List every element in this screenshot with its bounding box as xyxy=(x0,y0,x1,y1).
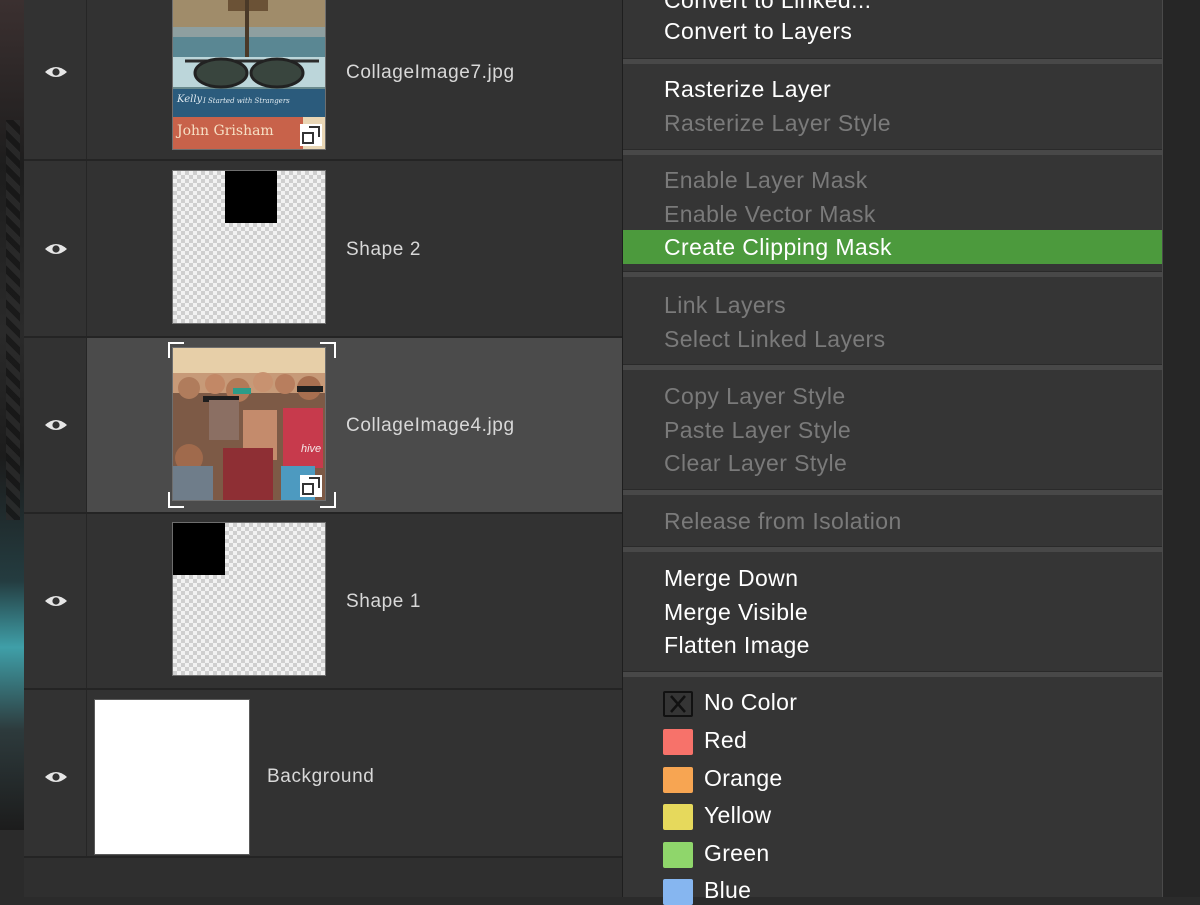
menu-item-copy-layer-style[interactable]: Copy Layer Style xyxy=(623,379,1163,413)
menu-separator xyxy=(623,489,1163,495)
menu-item-rasterize-layer[interactable]: Rasterize Layer xyxy=(623,72,1163,106)
menu-item-create-clipping-mask[interactable]: Create Clipping Mask xyxy=(623,230,1163,264)
layer-name[interactable]: Background xyxy=(267,766,374,788)
layers-panel-empty-area xyxy=(24,858,622,897)
eye-icon[interactable] xyxy=(44,594,68,608)
layer-row-background[interactable]: Background xyxy=(24,690,622,858)
selection-corner xyxy=(320,342,336,358)
layer-context-menu: Convert to Linked... Convert to Layers R… xyxy=(622,0,1163,905)
selection-corner xyxy=(168,492,184,508)
menu-item-link-layers[interactable]: Link Layers xyxy=(623,288,1163,322)
menu-item-flatten-image[interactable]: Flatten Image xyxy=(623,628,1163,662)
layer-name[interactable]: CollageImage7.jpg xyxy=(346,62,515,84)
book-text-1b: I Started with Strangers xyxy=(203,97,290,105)
smart-object-icon xyxy=(300,475,322,497)
eye-icon[interactable] xyxy=(44,418,68,432)
book-text-1: Kelly xyxy=(177,94,203,105)
layers-panel: Kelly I Started with Strangers John Gris… xyxy=(24,0,622,897)
layer-row-collageimage7[interactable]: Kelly I Started with Strangers John Gris… xyxy=(24,0,622,161)
layer-thumbnail[interactable]: Kelly I Started with Strangers John Gris… xyxy=(172,0,326,150)
layer-name[interactable]: CollageImage4.jpg xyxy=(346,415,515,437)
book-text-2: John Grisham xyxy=(177,123,274,139)
shape-square xyxy=(173,523,225,575)
menu-separator xyxy=(623,364,1163,370)
visibility-column xyxy=(24,0,87,159)
color-label: Green xyxy=(704,840,770,866)
selection-corner xyxy=(168,342,184,358)
blue-swatch xyxy=(663,879,693,905)
smart-object-icon xyxy=(300,124,322,146)
layer-thumbnail[interactable] xyxy=(172,170,326,324)
color-label: No Color xyxy=(704,689,798,715)
layer-row-collageimage4[interactable]: hive CollageImage4.jpg xyxy=(24,338,622,514)
shape-square xyxy=(225,171,277,223)
menu-item-convert-to-layers[interactable]: Convert to Layers xyxy=(623,14,1163,48)
layer-row-shape-2[interactable]: Shape 2 xyxy=(24,161,622,338)
canvas-edge xyxy=(0,0,24,830)
menu-item-merge-visible[interactable]: Merge Visible xyxy=(623,595,1163,629)
orange-swatch xyxy=(663,767,693,793)
layer-thumbnail[interactable]: hive xyxy=(172,347,326,501)
eye-icon[interactable] xyxy=(44,242,68,256)
menu-separator xyxy=(623,671,1163,677)
menu-item-enable-vector-mask[interactable]: Enable Vector Mask xyxy=(623,197,1163,231)
layer-thumbnail[interactable] xyxy=(94,699,250,855)
color-label: Red xyxy=(704,727,748,753)
shirt-text: hive xyxy=(301,443,322,455)
layer-name[interactable]: Shape 1 xyxy=(346,591,421,613)
menu-item-clear-layer-style[interactable]: Clear Layer Style xyxy=(623,446,1163,480)
canvas-jacket-pattern xyxy=(6,120,20,520)
menu-item-merge-down[interactable]: Merge Down xyxy=(623,561,1163,595)
eye-icon[interactable] xyxy=(44,770,68,784)
menu-item-rasterize-layer-style[interactable]: Rasterize Layer Style xyxy=(623,106,1163,140)
layer-thumbnail[interactable] xyxy=(172,522,326,676)
selection-corner xyxy=(320,492,336,508)
menu-item-select-linked-layers[interactable]: Select Linked Layers xyxy=(623,322,1163,356)
yellow-swatch xyxy=(663,804,693,830)
color-label: Orange xyxy=(704,765,783,791)
green-swatch xyxy=(663,842,693,868)
visibility-column xyxy=(24,161,87,336)
layer-name[interactable]: Shape 2 xyxy=(346,239,421,261)
color-label: Yellow xyxy=(704,802,772,828)
visibility-column xyxy=(24,514,87,688)
menu-separator xyxy=(623,58,1163,64)
visibility-column xyxy=(24,338,87,512)
menu-separator xyxy=(623,271,1163,277)
menu-item-paste-layer-style[interactable]: Paste Layer Style xyxy=(623,413,1163,447)
no-color-swatch xyxy=(663,691,693,717)
menu-separator xyxy=(623,149,1163,155)
background-panel-edge xyxy=(1162,0,1200,897)
menu-separator xyxy=(623,546,1163,552)
layer-row-shape-1[interactable]: Shape 1 xyxy=(24,514,622,690)
menu-item-enable-layer-mask[interactable]: Enable Layer Mask xyxy=(623,163,1163,197)
color-label: Blue xyxy=(704,877,752,903)
visibility-column xyxy=(24,690,87,856)
x-icon xyxy=(670,695,686,713)
eye-icon[interactable] xyxy=(44,65,68,79)
red-swatch xyxy=(663,729,693,755)
menu-item-release-from-isolation[interactable]: Release from Isolation xyxy=(623,504,1163,538)
